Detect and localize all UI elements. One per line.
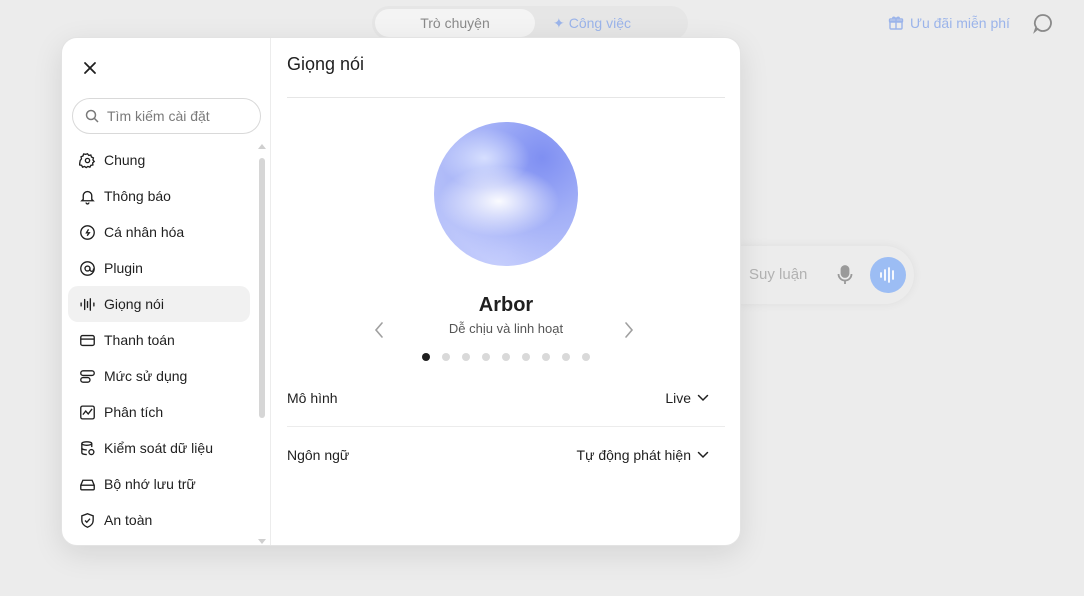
sidebar-item-billing[interactable]: Thanh toán xyxy=(68,322,250,358)
gear-icon xyxy=(78,151,96,169)
promo-link[interactable]: Ưu đãi miễn phí xyxy=(888,13,1010,33)
pagination-dot[interactable] xyxy=(422,353,430,361)
voice-mode-button[interactable] xyxy=(870,257,906,293)
shield-icon xyxy=(78,511,96,529)
scroll-down-arrow-icon[interactable] xyxy=(258,539,266,544)
sidebar-item-analytics[interactable]: Phân tích xyxy=(68,394,250,430)
usage-icon xyxy=(78,367,96,385)
scroll-thumb[interactable] xyxy=(259,158,265,418)
chevron-down-icon xyxy=(697,394,709,402)
search-icon xyxy=(85,109,99,123)
sidebar-item-data-control[interactable]: Kiểm soát dữ liệu xyxy=(68,430,250,466)
pagination-dot[interactable] xyxy=(442,353,450,361)
voice-orb-preview[interactable] xyxy=(434,122,578,266)
settings-sidebar: Chung Thông báo Cá xyxy=(62,38,271,545)
settings-nav: Chung Thông báo Cá nhân hóa Plugin Giọng… xyxy=(68,142,250,538)
sidebar-item-safety[interactable]: An toàn xyxy=(68,502,250,538)
model-setting-row: Mô hình Live xyxy=(287,370,725,426)
sidebar-item-plugin[interactable]: Plugin xyxy=(68,250,250,286)
storage-icon xyxy=(78,475,96,493)
sidebar-item-label: Thông báo xyxy=(104,188,171,204)
tab-tasks-label: Công việc xyxy=(568,15,631,31)
sidebar-item-label: Plugin xyxy=(104,260,143,276)
data-control-icon xyxy=(78,439,96,457)
language-setting-row: Ngôn ngữ Tự động phát hiện xyxy=(287,427,725,483)
model-value: Live xyxy=(665,390,691,406)
pagination-dot[interactable] xyxy=(562,353,570,361)
card-icon xyxy=(78,331,96,349)
voice-wave-icon xyxy=(880,267,894,283)
sidebar-scrollbar[interactable] xyxy=(258,144,266,544)
model-dropdown[interactable]: Live xyxy=(665,390,725,406)
pagination-dot[interactable] xyxy=(502,353,510,361)
sidebar-item-label: Thanh toán xyxy=(104,332,175,348)
tab-tasks[interactable]: ✦ Công việc xyxy=(535,9,649,37)
analytics-icon xyxy=(78,403,96,421)
bell-icon xyxy=(78,187,96,205)
close-icon xyxy=(84,62,96,74)
personalize-icon xyxy=(78,223,96,241)
sidebar-item-label: Bộ nhớ lưu trữ xyxy=(104,476,196,492)
pagination-dot[interactable] xyxy=(462,353,470,361)
sidebar-item-label: Kiểm soát dữ liệu xyxy=(104,440,213,456)
pagination-dot[interactable] xyxy=(482,353,490,361)
language-dropdown[interactable]: Tự động phát hiện xyxy=(577,447,725,463)
scroll-up-arrow-icon[interactable] xyxy=(258,144,266,149)
page-title: Giọng nói xyxy=(287,54,365,74)
next-voice-chevron-icon[interactable] xyxy=(623,320,635,340)
settings-content: Giọng nói Arbor Dễ chịu và linh hoạt Mô … xyxy=(271,38,740,545)
plugin-icon xyxy=(78,259,96,277)
sidebar-item-notifications[interactable]: Thông báo xyxy=(68,178,250,214)
close-button[interactable] xyxy=(78,56,102,80)
chat-bubble-icon[interactable] xyxy=(1032,12,1054,34)
tab-chat[interactable]: Trò chuyện xyxy=(375,9,535,37)
sidebar-item-label: Giọng nói xyxy=(104,296,164,312)
pagination-dot[interactable] xyxy=(582,353,590,361)
tab-chat-label: Trò chuyện xyxy=(420,15,490,31)
sidebar-item-usage[interactable]: Mức sử dụng xyxy=(68,358,250,394)
app-window: Trò chuyện ✦ Công việc Ưu đãi miễn phí S… xyxy=(0,0,1084,596)
gift-icon xyxy=(888,16,904,30)
sidebar-item-label: Cá nhân hóa xyxy=(104,224,185,240)
language-label: Ngôn ngữ xyxy=(287,447,350,463)
promo-label: Ưu đãi miễn phí xyxy=(910,15,1010,31)
sidebar-item-label: Chung xyxy=(104,152,146,168)
sidebar-item-voice[interactable]: Giọng nói xyxy=(68,286,250,322)
voice-name: Arbor xyxy=(478,294,534,316)
sidebar-item-storage[interactable]: Bộ nhớ lưu trữ xyxy=(68,466,250,502)
voice-wave-icon xyxy=(78,295,96,313)
language-value: Tự động phát hiện xyxy=(576,447,691,463)
plus-icon: ✦ xyxy=(553,14,565,31)
settings-search[interactable] xyxy=(72,98,261,134)
settings-modal: Chung Thông báo Cá xyxy=(61,37,741,546)
divider xyxy=(287,97,725,98)
sidebar-item-label: Phân tích xyxy=(104,404,164,420)
chevron-down-icon xyxy=(697,451,709,459)
sidebar-item-label: Mức sử dụng xyxy=(104,368,188,384)
search-input[interactable] xyxy=(107,108,247,124)
voice-description: Dễ chịu và linh hoạt xyxy=(448,321,564,336)
sidebar-item-label: An toàn xyxy=(104,512,153,528)
voice-pagination xyxy=(271,353,740,361)
pagination-dot[interactable] xyxy=(522,353,530,361)
sidebar-item-personalization[interactable]: Cá nhân hóa xyxy=(68,214,250,250)
reasoning-toggle[interactable]: Suy luận xyxy=(749,266,807,283)
model-label: Mô hình xyxy=(287,390,338,406)
pagination-dot[interactable] xyxy=(542,353,550,361)
sidebar-item-general[interactable]: Chung xyxy=(68,142,250,178)
microphone-icon[interactable] xyxy=(836,264,854,286)
mode-tabs: Trò chuyện ✦ Công việc xyxy=(372,6,688,40)
